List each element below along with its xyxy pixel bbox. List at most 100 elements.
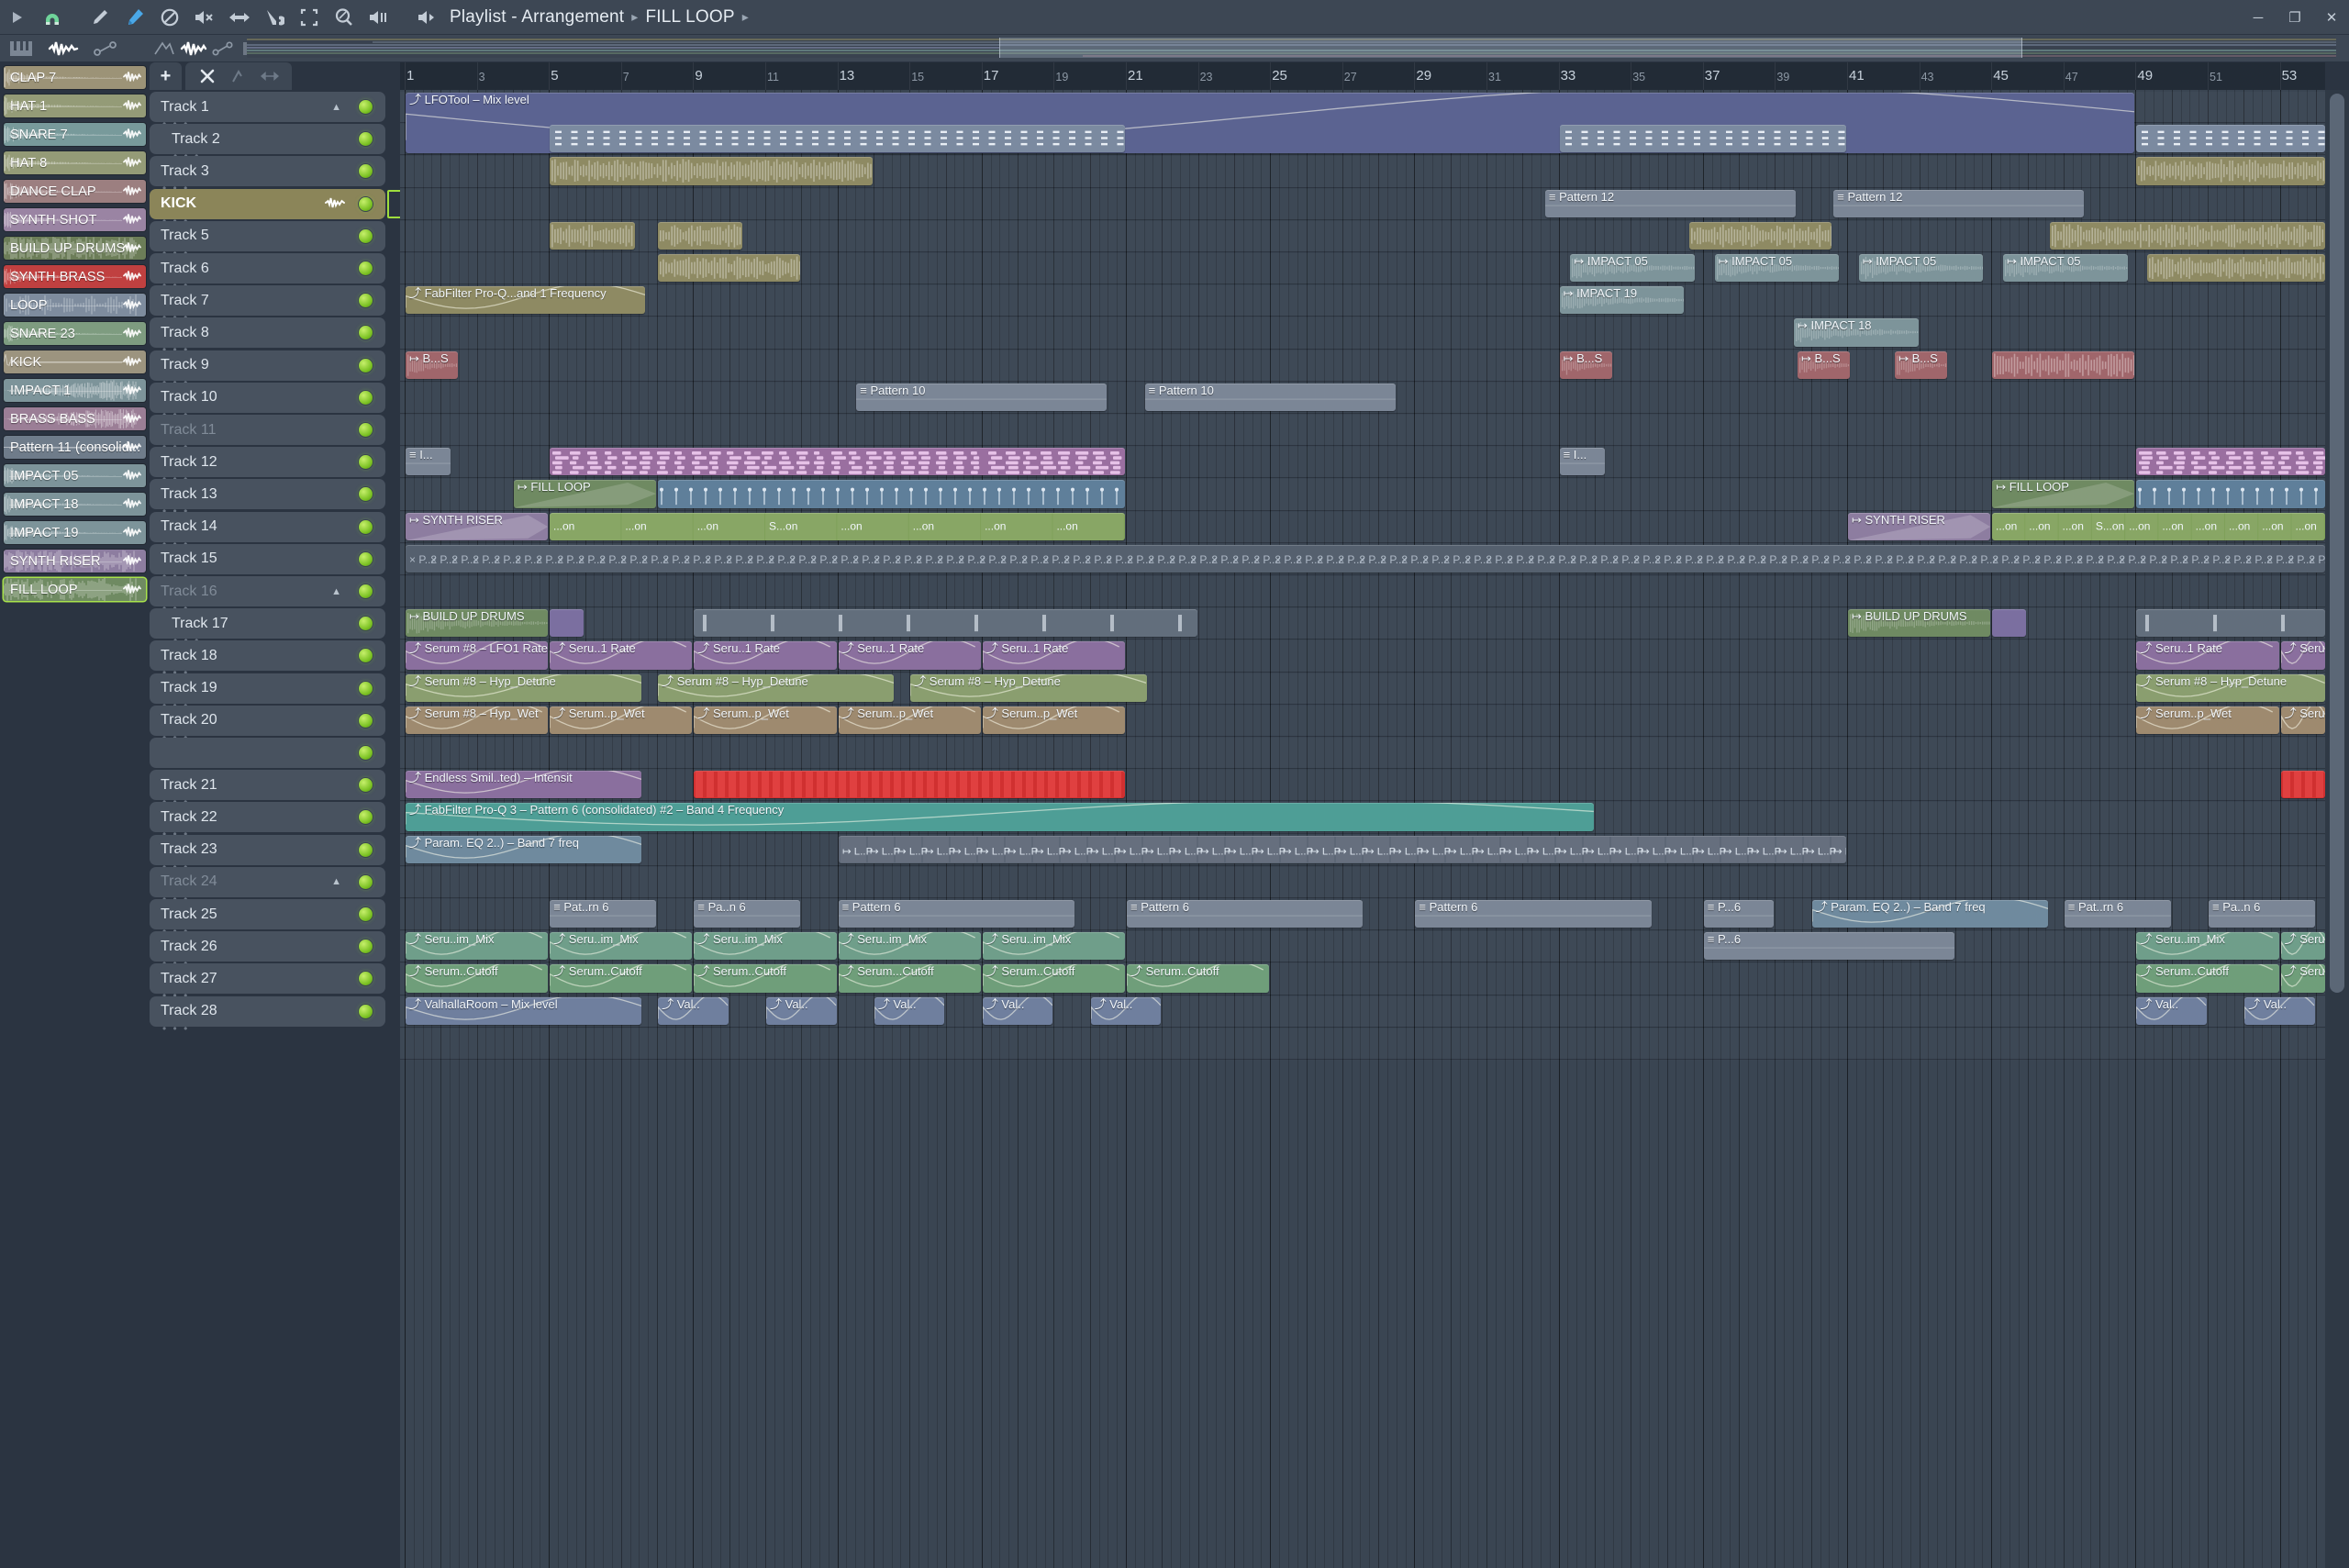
audio-clip-icon[interactable] xyxy=(123,440,141,454)
track-header[interactable]: Track 26• • • xyxy=(150,931,385,970)
playlist-clip[interactable]: ≡ Pat..rn 6 xyxy=(550,900,657,929)
track-enable-led[interactable] xyxy=(359,551,373,566)
playlist-clip[interactable]: ⤴ Seru..1 Rate xyxy=(838,641,981,670)
channel-item[interactable]: IMPACT 1 xyxy=(4,379,146,402)
track-enable-led[interactable] xyxy=(359,842,373,857)
track-name[interactable]: Track 17 xyxy=(150,616,228,632)
playlist-clip[interactable]: ↦ IMPACT 18 xyxy=(1794,318,1919,347)
track-name[interactable]: Track 28 xyxy=(150,1003,217,1019)
playlist-clip[interactable]: ↦ IMPACT 05 xyxy=(1714,254,1840,283)
playlist-clip[interactable] xyxy=(1689,221,1832,250)
channel-item[interactable]: BRASS BASS xyxy=(4,407,146,430)
track-enable-led[interactable] xyxy=(359,713,373,728)
track-name[interactable]: Track 10 xyxy=(150,389,217,406)
track-collapse-icon[interactable]: ▲ xyxy=(331,102,341,113)
playlist-clip[interactable]: ↦ FILL LOOP xyxy=(513,480,657,508)
audio-clip-icon[interactable] xyxy=(123,583,141,596)
track-name[interactable]: Track 1 xyxy=(150,99,209,116)
close-button[interactable]: ✕ xyxy=(2321,9,2342,26)
playlist-clip[interactable]: ≡ Pattern 6 xyxy=(838,900,1074,929)
playlist-clip[interactable]: ⤴ ValhallaRoom – Mix level xyxy=(406,996,642,1025)
playlist-clip[interactable]: ⤴ Serum..p_Wet xyxy=(838,706,981,734)
playlist-clip[interactable]: ⤴ Serum..Cutoff xyxy=(982,964,1125,993)
playlist-clip[interactable]: ⤴ Seru..im_Mix xyxy=(2280,932,2325,961)
track-header[interactable]: Track 9• • • xyxy=(150,350,385,389)
track-name[interactable]: Track 16 xyxy=(150,584,217,600)
track-name[interactable]: Track 19 xyxy=(150,680,217,696)
channel-item[interactable]: FILL LOOP xyxy=(4,578,146,601)
stretch-icon[interactable] xyxy=(255,62,284,90)
track-name[interactable]: Track 8 xyxy=(150,325,209,341)
playlist-clip[interactable]: ⤴ Seru..1 Rate xyxy=(694,641,837,670)
track-header[interactable]: Track 6• • • xyxy=(150,253,385,292)
channel-item[interactable]: SYNTH BRASS xyxy=(4,265,146,288)
audio-clip-icon[interactable] xyxy=(123,469,141,483)
track-name[interactable]: Track 27 xyxy=(150,971,217,987)
maximize-button[interactable]: ❐ xyxy=(2285,9,2305,26)
playlist-clip[interactable]: ⤴ Serum..Cutoff xyxy=(2136,964,2279,993)
channel-item[interactable]: SYNTH RISER xyxy=(4,550,146,573)
playlist-clip[interactable] xyxy=(2136,157,2325,185)
track-header[interactable]: Track 8• • • xyxy=(150,317,385,356)
track-header[interactable]: Track 16• • •▲ xyxy=(150,576,385,615)
playlist-clip[interactable]: ⤴ Seru..1 Rate xyxy=(2280,641,2325,670)
playlist-clip[interactable] xyxy=(550,157,873,185)
playlist-clip[interactable]: ⤴ Serum..p_Wet xyxy=(2280,706,2325,734)
audio-clip-icon[interactable] xyxy=(123,99,141,113)
track-name[interactable]: Track 22 xyxy=(150,809,217,826)
track-enable-led[interactable] xyxy=(359,940,373,954)
track-header[interactable]: Track 22• • • xyxy=(150,802,385,840)
playlist-clip[interactable]: ⤴ Seru..im_Mix xyxy=(406,932,549,961)
track-name[interactable]: Track 18 xyxy=(150,648,217,664)
playlist-clip[interactable]: ≡ P...6 xyxy=(1703,900,1775,929)
track-name[interactable]: Track 23 xyxy=(150,841,217,858)
audio-clip-icon[interactable] xyxy=(123,412,141,426)
playlist-clip[interactable]: ⤴ Serum..Cutoff xyxy=(1127,964,1270,993)
playlist-clip[interactable]: ⤴ Serum..p_Wet xyxy=(982,706,1125,734)
channel-item[interactable]: CLAP 7 xyxy=(4,66,146,89)
playlist-clip[interactable]: ↦ IMPACT 05 xyxy=(1570,254,1695,283)
add-track-button[interactable]: + xyxy=(150,62,182,90)
track-enable-led[interactable] xyxy=(359,617,373,631)
playlist-clip[interactable]: ⤴ Serum #8 – Hyp_Wet xyxy=(406,706,549,734)
playlist-clip[interactable] xyxy=(2147,254,2325,283)
channel-item[interactable]: IMPACT 19 xyxy=(4,521,146,544)
playlist-clip[interactable]: ↦ IMPACT 19 xyxy=(1559,286,1685,315)
track-header[interactable]: Track 5• • • xyxy=(150,220,385,260)
playlist-clip[interactable]: ⤴ Serum #8 – Hyp_Detune xyxy=(406,673,642,702)
vertical-scroll-thumb[interactable] xyxy=(2330,94,2344,993)
track-name[interactable]: Track 24 xyxy=(150,873,217,890)
track-enable-led[interactable] xyxy=(359,100,373,114)
playlist-clip[interactable]: ↦ FILL LOOP xyxy=(1992,480,2135,508)
audio-clip-icon[interactable] xyxy=(42,40,84,57)
track-name[interactable]: Track 26 xyxy=(150,939,217,955)
track-name[interactable]: Track 11 xyxy=(150,422,216,439)
audio-clip-icon[interactable] xyxy=(123,128,141,141)
audio-clip-icon[interactable] xyxy=(123,241,141,255)
playlist-clip[interactable]: ⤴ Param. EQ 2..) – Band 7 freq xyxy=(1811,900,2049,929)
magnet-snap-icon[interactable] xyxy=(35,3,70,32)
playlist-clip[interactable]: ⤴ Seru..im_Mix xyxy=(838,932,981,961)
track-enable-led[interactable] xyxy=(359,487,373,502)
track-name[interactable]: Track 21 xyxy=(150,777,217,794)
channel-item[interactable]: SYNTH SHOT xyxy=(4,208,146,231)
playlist-clip[interactable] xyxy=(550,221,635,250)
playlist-clip[interactable]: ⤴ Val.. xyxy=(658,996,729,1025)
playlist-clip[interactable] xyxy=(1559,125,1846,153)
track-name[interactable]: Track 25 xyxy=(150,906,217,923)
track-name[interactable]: Track 2 xyxy=(150,131,220,148)
track-header[interactable]: KICK• • • xyxy=(150,188,400,228)
playlist-clip[interactable] xyxy=(694,609,1197,638)
playlist-clip[interactable]: ↦ B...S xyxy=(406,350,458,379)
track-options-dots[interactable]: • • • xyxy=(162,1022,189,1035)
track-collapse-icon[interactable]: ▲ xyxy=(331,876,341,887)
track-enable-led[interactable] xyxy=(359,455,373,470)
track-name[interactable]: Track 5 xyxy=(150,228,209,244)
playlist-clip[interactable]: ⤴ Serum..Cutoff xyxy=(406,964,549,993)
track-header[interactable]: Track 12• • • xyxy=(150,447,385,485)
playlist-clip[interactable]: ≡ I... xyxy=(406,448,451,476)
track-enable-led[interactable] xyxy=(359,196,373,211)
channel-item[interactable]: SNARE 23 xyxy=(4,322,146,345)
playlist-clip[interactable] xyxy=(658,480,1125,508)
playlist-clip[interactable]: ⤴ Seru..im_Mix xyxy=(982,932,1125,961)
